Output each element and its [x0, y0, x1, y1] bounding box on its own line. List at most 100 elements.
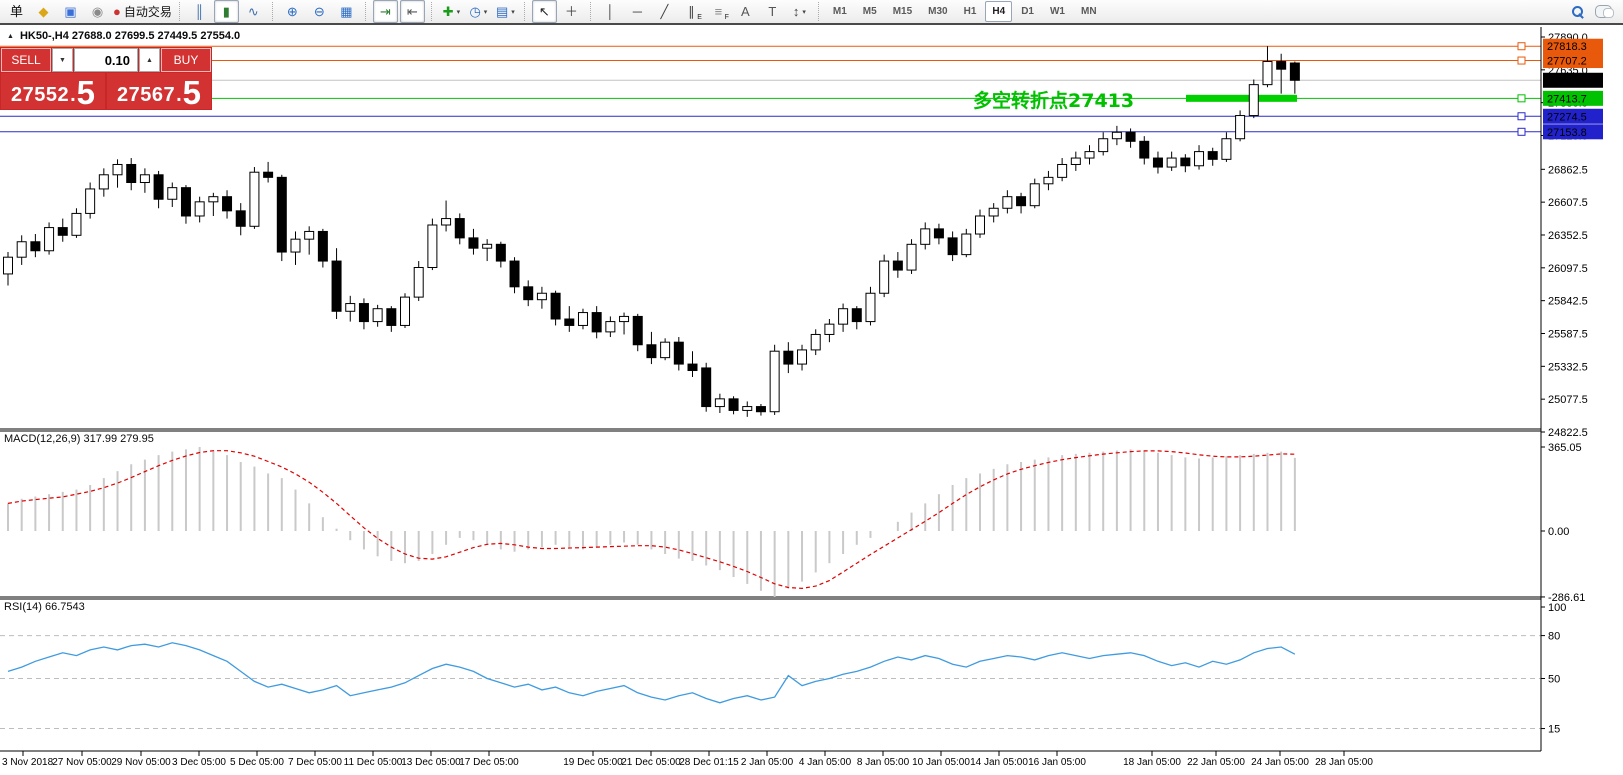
buy-price-main: 27567 [117, 84, 175, 107]
price-axis[interactable]: 27890.027635.027380.027125.026862.526607… [1541, 27, 1603, 751]
svg-text:14 Jan 05:00: 14 Jan 05:00 [970, 757, 1028, 768]
svg-text:27554.0: 27554.0 [1547, 75, 1587, 87]
time-axis[interactable]: 3 Nov 201827 Nov 05:0029 Nov 05:003 Dec … [0, 751, 1541, 768]
collapse-icon[interactable]: ▲ [7, 33, 14, 40]
periods-icon[interactable]: ◷▾ [466, 0, 491, 23]
indicators-icon[interactable]: ✚▾ [439, 0, 464, 23]
chart-canvas[interactable]: 27890.027635.027380.027125.026862.526607… [0, 27, 1623, 775]
search-icon[interactable] [1571, 5, 1585, 19]
chart-title-ohlc: HK50-,H4 27688.0 27699.5 27449.5 27554.0 [20, 30, 240, 42]
toolbar-separator [272, 2, 274, 21]
volume-input[interactable]: 0.10 [74, 48, 138, 72]
buy-price-pip: 5 [183, 79, 201, 107]
svg-text:27818.3: 27818.3 [1547, 41, 1587, 53]
svg-text:26352.5: 26352.5 [1548, 230, 1588, 242]
chart-window-icon[interactable]: ▣ [58, 0, 83, 23]
new-order-icon[interactable]: ◆ [31, 0, 56, 23]
volume-step-down[interactable]: ▼ [52, 48, 73, 72]
svg-text:7 Dec 05:00: 7 Dec 05:00 [288, 757, 342, 768]
signal-icon[interactable]: ◉ [85, 0, 110, 23]
bar-chart-icon[interactable]: ║ [187, 0, 212, 23]
trendline-icon[interactable]: ╱ [652, 0, 677, 23]
text-icon[interactable]: A [733, 0, 758, 23]
templates-icon[interactable]: ▤▾ [493, 0, 518, 23]
tf-d1[interactable]: D1 [1014, 1, 1041, 22]
tf-m30[interactable]: M30 [921, 1, 954, 22]
svg-text:26097.5: 26097.5 [1548, 263, 1588, 275]
sell-price-dot: . [70, 84, 76, 107]
buy-button[interactable]: BUY [161, 48, 211, 72]
tf-w1[interactable]: W1 [1043, 1, 1072, 22]
channel-icon[interactable]: ∥E [679, 0, 704, 23]
svg-text:25077.5: 25077.5 [1548, 394, 1588, 406]
hline-handle[interactable] [1518, 57, 1525, 64]
svg-text:100: 100 [1548, 602, 1566, 614]
tile-windows-icon[interactable]: ▦ [334, 0, 359, 23]
rsi-panel [0, 636, 1541, 729]
sell-price[interactable]: 27552 . 5 [1, 73, 105, 109]
tf-h4[interactable]: H4 [985, 1, 1012, 22]
svg-text:8 Jan 05:00: 8 Jan 05:00 [857, 757, 910, 768]
svg-text:18 Jan 05:00: 18 Jan 05:00 [1123, 757, 1181, 768]
chat-icon[interactable] [1595, 5, 1612, 18]
tf-h1[interactable]: H1 [957, 1, 984, 22]
label-icon[interactable]: T [760, 0, 785, 23]
arrows-icon[interactable]: ↕▾ [787, 0, 812, 23]
svg-text:3 Dec 05:00: 3 Dec 05:00 [172, 757, 226, 768]
svg-text:17 Dec 05:00: 17 Dec 05:00 [459, 757, 519, 768]
horizontal-line-icon[interactable]: ─ [625, 0, 650, 23]
sell-price-pip: 5 [77, 79, 95, 107]
autoscroll-icon[interactable]: ⇥ [373, 0, 398, 23]
svg-text:365.05: 365.05 [1548, 442, 1582, 454]
volume-step-up[interactable]: ▲ [139, 48, 160, 72]
toolbar-separator [524, 2, 526, 21]
svg-text:25587.5: 25587.5 [1548, 328, 1588, 340]
hline-handle[interactable] [1518, 113, 1525, 120]
toolbar-separator [179, 2, 181, 21]
autotrading-button[interactable]: ●自动交易 [112, 0, 173, 23]
svg-text:27413.7: 27413.7 [1547, 93, 1587, 105]
svg-text:15: 15 [1548, 724, 1560, 736]
rsi-indicator-label: RSI(14) 66.7543 [4, 601, 85, 613]
buy-price[interactable]: 27567 . 5 [107, 73, 211, 109]
svg-text:27707.2: 27707.2 [1547, 56, 1587, 68]
zoom-in-icon[interactable]: ⊕ [280, 0, 305, 23]
svg-text:26607.5: 26607.5 [1548, 197, 1588, 209]
hline-handle[interactable] [1518, 43, 1525, 50]
tf-m15[interactable]: M15 [886, 1, 919, 22]
hline-handle[interactable] [1518, 128, 1525, 135]
svg-text:80: 80 [1548, 631, 1560, 643]
chart-header: ▲ HK50-,H4 27688.0 27699.5 27449.5 27554… [7, 30, 240, 42]
pivot-annotation-text[interactable]: 多空转折点27413 [973, 86, 1134, 113]
chart-shift-icon[interactable]: ⇤ [400, 0, 425, 23]
svg-text:22 Jan 05:00: 22 Jan 05:00 [1187, 757, 1245, 768]
hline-handle[interactable] [1518, 95, 1525, 102]
macd-signal-line [8, 451, 1295, 589]
cursor-icon[interactable]: ↖ [532, 0, 557, 23]
pivot-highlight-bar[interactable] [1186, 95, 1297, 102]
toolbar: 单◆▣◉●自动交易║▮∿⊕⊖▦⇥⇤✚▾◷▾▤▾↖＋│─╱∥E≡FAT↕▾M1M5… [0, 0, 1623, 25]
svg-text:25332.5: 25332.5 [1548, 361, 1588, 373]
candlestick-chart-icon[interactable]: ▮ [214, 0, 239, 23]
svg-text:27274.5: 27274.5 [1547, 111, 1587, 123]
svg-text:27 Nov 05:00: 27 Nov 05:00 [52, 757, 112, 768]
vertical-line-icon[interactable]: │ [598, 0, 623, 23]
svg-text:13 Dec 05:00: 13 Dec 05:00 [401, 757, 461, 768]
sell-button[interactable]: SELL [1, 48, 51, 72]
zoom-out-icon[interactable]: ⊖ [307, 0, 332, 23]
svg-text:5 Dec 05:00: 5 Dec 05:00 [230, 757, 284, 768]
tf-m5[interactable]: M5 [856, 1, 884, 22]
crosshair-icon[interactable]: ＋ [559, 0, 584, 23]
price-lines[interactable] [0, 43, 1541, 136]
toolbar-separator [431, 2, 433, 21]
toolbar-separator [590, 2, 592, 21]
svg-text:28 Jan 05:00: 28 Jan 05:00 [1315, 757, 1373, 768]
line-chart-icon[interactable]: ∿ [241, 0, 266, 23]
toolbar-separator [365, 2, 367, 21]
fibonacci-icon[interactable]: ≡F [706, 0, 731, 23]
svg-text:11 Dec 05:00: 11 Dec 05:00 [344, 757, 403, 768]
tf-m1[interactable]: M1 [826, 1, 854, 22]
tf-mn[interactable]: MN [1074, 1, 1104, 22]
svg-text:0.00: 0.00 [1548, 526, 1569, 538]
toolbar-right-group [1571, 5, 1620, 19]
